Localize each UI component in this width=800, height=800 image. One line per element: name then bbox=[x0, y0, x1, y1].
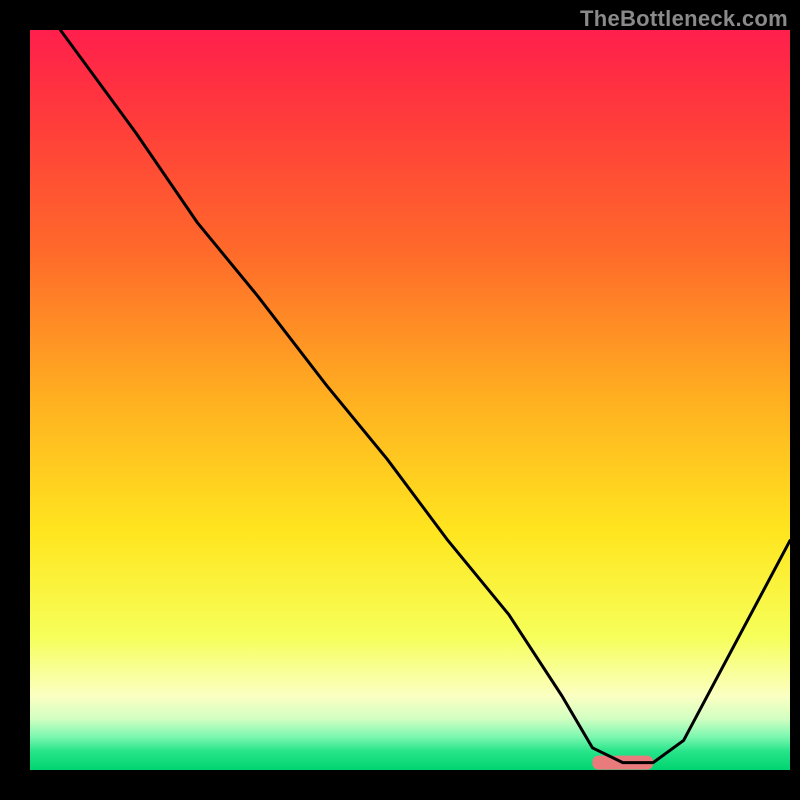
bottleneck-chart bbox=[0, 0, 800, 800]
chart-frame: TheBottleneck.com bbox=[0, 0, 800, 800]
chart-gradient-area bbox=[30, 30, 790, 770]
